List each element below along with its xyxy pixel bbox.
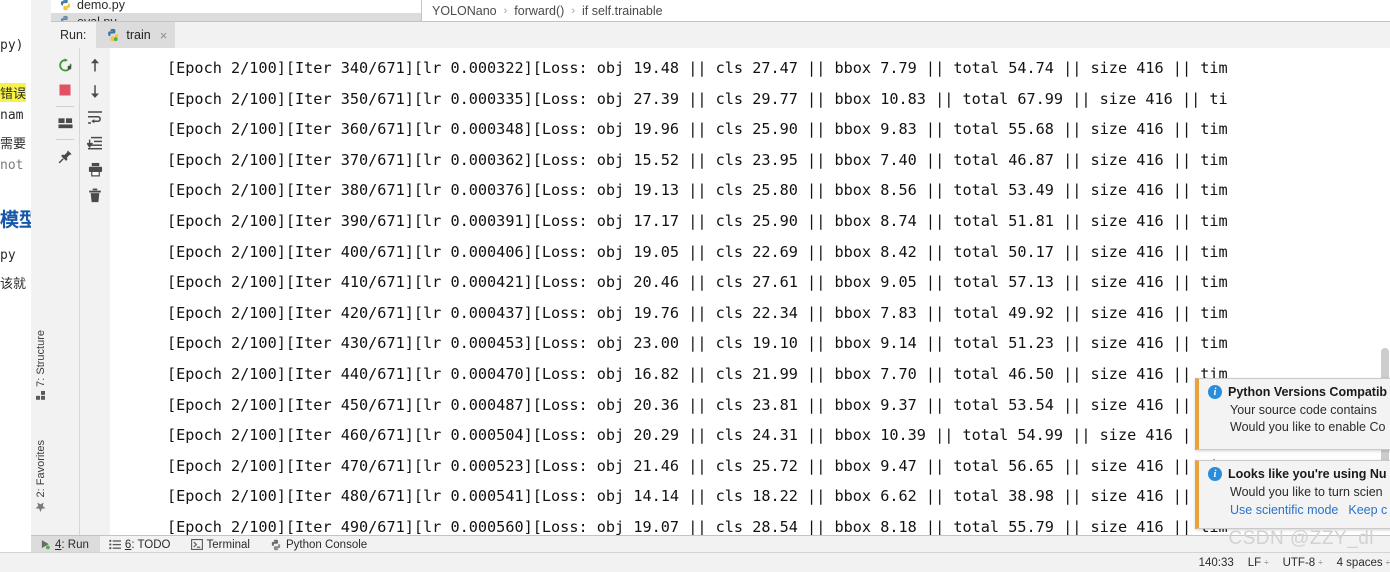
editor-text-fragment: py): [0, 38, 24, 53]
stop-button[interactable]: [54, 79, 76, 101]
notification-links: Use scientific mode Keep c: [1208, 501, 1390, 519]
tool-tab-terminal[interactable]: Terminal: [182, 536, 261, 553]
top-band: demo.py eval.py YOLONano › forward() › i…: [51, 0, 1390, 21]
breadcrumb-item-class[interactable]: YOLONano: [430, 4, 499, 18]
chevron-right-icon: ›: [571, 4, 575, 17]
sidebar-tab-structure[interactable]: 7: Structure: [35, 330, 47, 400]
editor-text-fragment: 需要: [0, 137, 27, 152]
toolbar-separator: [56, 139, 74, 140]
toolbar-separator: [56, 106, 74, 107]
sidebar-tab-structure-label: 7: Structure: [35, 330, 47, 387]
status-bar: 140:33 LF ÷ UTF-8 ÷ 4 spaces ÷: [0, 552, 1390, 572]
left-tool-window-stripe: 7: Structure 2: Favorites: [31, 0, 52, 540]
console-line: [Epoch 2/100][Iter 480/671][lr 0.000541]…: [167, 487, 1228, 506]
breadcrumb-item-method[interactable]: forward(): [512, 4, 566, 18]
notification-body-line: Would you like to enable Co: [1230, 420, 1386, 434]
notification-title: Python Versions Compatib: [1228, 385, 1388, 399]
sidebar-tab-favorites-label: 2: Favorites: [35, 440, 47, 498]
editor-text-fragment: 模型: [0, 209, 31, 231]
console-line: [Epoch 2/100][Iter 470/671][lr 0.000523]…: [167, 456, 1228, 475]
editor-text-fragment: py: [0, 248, 16, 263]
status-indent[interactable]: 4 spaces ÷: [1337, 557, 1390, 569]
bottom-tool-tabs: 4: Run 6: TODO Terminal Python Console: [31, 535, 1390, 553]
run-label: Run:: [60, 28, 87, 42]
close-icon[interactable]: ×: [160, 28, 168, 43]
top-divider: [421, 0, 422, 21]
list-item-label: demo.py: [77, 0, 125, 12]
trash-button[interactable]: [84, 184, 106, 206]
tool-tab-python-console[interactable]: Python Console: [261, 536, 378, 553]
notification-body-line: Would you like to turn scien: [1230, 485, 1383, 499]
tab-train[interactable]: train ×: [96, 22, 176, 48]
python-file-icon: [106, 28, 120, 42]
arrow-down-button[interactable]: [84, 80, 106, 102]
console-line: [Epoch 2/100][Iter 350/671][lr 0.000335]…: [167, 89, 1228, 108]
notification-scientific-mode[interactable]: i Looks like you're using Nu Would you l…: [1195, 460, 1390, 529]
run-tool-window: Run: train × [Epoch 2/100][Iter 340/671]…: [51, 21, 1390, 544]
file-list[interactable]: demo.py eval.py: [51, 0, 421, 21]
scroll-to-end-button[interactable]: [84, 132, 106, 154]
notification-title-row: i Python Versions Compatib: [1208, 385, 1390, 399]
keep-current-link[interactable]: Keep c: [1348, 503, 1387, 517]
console-line: [Epoch 2/100][Iter 440/671][lr 0.000470]…: [167, 364, 1228, 383]
editor-clipped-strip[interactable]: py) 错误 nam 需要 not 模型 py 该就: [0, 0, 32, 540]
tool-tab-run[interactable]: 4: Run: [31, 536, 100, 553]
pin-button[interactable]: [54, 145, 76, 167]
status-line-separator[interactable]: LF ÷: [1248, 557, 1269, 569]
editor-text-fragment: not: [0, 158, 24, 173]
notification-python-versions[interactable]: i Python Versions Compatib Your source c…: [1195, 378, 1390, 450]
notification-title: Looks like you're using Nu: [1228, 467, 1387, 481]
info-icon: i: [1208, 467, 1222, 481]
soft-wrap-button[interactable]: [84, 106, 106, 128]
breadcrumb-item-statement[interactable]: if self.trainable: [580, 4, 665, 18]
sidebar-tab-favorites[interactable]: 2: Favorites: [35, 440, 47, 512]
use-scientific-mode-link[interactable]: Use scientific mode: [1230, 503, 1338, 517]
editor-text-fragment: 错误: [0, 83, 27, 102]
tool-tab-python-console-label: Python Console: [285, 538, 368, 551]
run-play-icon: [40, 539, 51, 550]
console-line: [Epoch 2/100][Iter 450/671][lr 0.000487]…: [167, 395, 1228, 414]
status-caret-position[interactable]: 140:33: [1199, 557, 1234, 569]
console-line: [Epoch 2/100][Iter 400/671][lr 0.000406]…: [167, 242, 1228, 261]
list-item[interactable]: demo.py: [59, 0, 125, 13]
watermark: CSDN @ZZY_dl: [1228, 528, 1374, 549]
python-console-icon: [270, 539, 282, 551]
console-line: [Epoch 2/100][Iter 380/671][lr 0.000376]…: [167, 181, 1228, 200]
console-lines: [Epoch 2/100][Iter 340/671][lr 0.000322]…: [110, 48, 1228, 538]
editor-text-fragment: 该就: [0, 277, 27, 292]
console-line: [Epoch 2/100][Iter 460/671][lr 0.000504]…: [167, 426, 1228, 445]
todo-list-icon: [109, 539, 121, 550]
tab-train-label: train: [126, 28, 151, 42]
breadcrumb: YOLONano › forward() › if self.trainable: [430, 0, 665, 21]
info-icon: i: [1208, 385, 1222, 399]
structure-icon: [36, 390, 46, 400]
console-line: [Epoch 2/100][Iter 340/671][lr 0.000322]…: [167, 59, 1228, 77]
console-line: [Epoch 2/100][Iter 410/671][lr 0.000421]…: [167, 273, 1228, 292]
notification-body-line: Your source code contains: [1230, 403, 1377, 417]
tool-tab-run-label: 4: Run: [55, 538, 89, 551]
status-encoding[interactable]: UTF-8 ÷: [1283, 557, 1323, 569]
console-line: [Epoch 2/100][Iter 370/671][lr 0.000362]…: [167, 150, 1228, 169]
tool-tab-terminal-label: Terminal: [206, 538, 250, 551]
terminal-icon: [190, 539, 203, 550]
rerun-button[interactable]: [54, 54, 76, 76]
print-button[interactable]: [84, 158, 106, 180]
console-line: [Epoch 2/100][Iter 420/671][lr 0.000437]…: [167, 303, 1228, 322]
chevron-right-icon: ›: [503, 4, 508, 17]
tool-tab-todo[interactable]: 6: TODO: [100, 536, 182, 553]
list-item[interactable]: eval.py: [51, 13, 421, 21]
console-line: [Epoch 2/100][Iter 430/671][lr 0.000453]…: [167, 334, 1228, 353]
console-line: [Epoch 2/100][Iter 360/671][lr 0.000348]…: [167, 120, 1228, 139]
console-line: [Epoch 2/100][Iter 390/671][lr 0.000391]…: [167, 211, 1228, 230]
python-file-icon: [59, 0, 72, 11]
arrow-up-button[interactable]: [84, 54, 106, 76]
run-toolbar-secondary: [80, 48, 110, 544]
star-icon: [36, 501, 47, 512]
notification-title-row: i Looks like you're using Nu: [1208, 467, 1390, 481]
run-toolbar-primary: [51, 48, 80, 544]
run-header: Run: train ×: [51, 22, 1390, 48]
tool-tab-todo-label: 6: TODO: [124, 538, 171, 551]
layout-button[interactable]: [54, 112, 76, 134]
editor-text-fragment: nam: [0, 108, 24, 123]
